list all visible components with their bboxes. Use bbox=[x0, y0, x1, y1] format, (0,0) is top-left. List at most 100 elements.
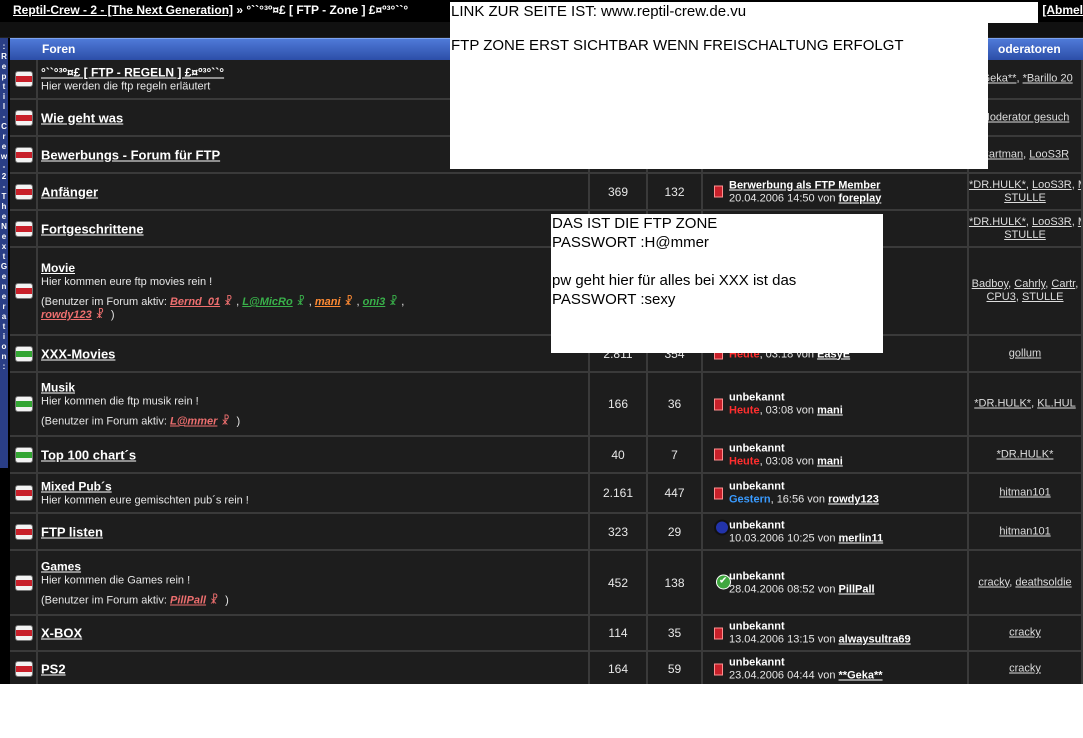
moderator-link[interactable]: LooS3R bbox=[1032, 179, 1072, 191]
forum-status-icon bbox=[15, 574, 33, 591]
forum-topics-count: 40 bbox=[590, 437, 648, 474]
forum-last-post-cell: unbekannt Gestern, 16:56 von rowdy123 bbox=[703, 474, 969, 514]
moderator-link[interactable]: M bbox=[1078, 216, 1081, 228]
forum-title-link[interactable]: Fortgeschrittene bbox=[41, 221, 584, 236]
moderator-link[interactable]: STULLE bbox=[1004, 192, 1046, 204]
moderator-link[interactable]: cracky bbox=[1009, 627, 1041, 639]
last-post-user-link[interactable]: PillPall bbox=[839, 583, 875, 595]
moderator-link[interactable]: cracky bbox=[1009, 663, 1041, 675]
forum-topics-count: 369 bbox=[590, 174, 648, 211]
forum-posts-count: 7 bbox=[648, 437, 703, 474]
last-post-user-link[interactable]: **Geka** bbox=[839, 670, 883, 682]
forum-title-link[interactable]: Mixed Pub´s bbox=[41, 480, 584, 494]
forum-moderators-cell: gollum bbox=[969, 336, 1083, 373]
forum-status-icon bbox=[15, 71, 33, 87]
moderator-link[interactable]: M bbox=[1078, 179, 1081, 191]
forum-status-cell bbox=[10, 137, 38, 174]
moderator-link[interactable]: *DR.HULK* bbox=[997, 448, 1054, 460]
forum-moderators-cell: *DR.HULK* bbox=[969, 437, 1083, 474]
last-post-icon[interactable] bbox=[714, 185, 723, 198]
active-user-link[interactable]: oni3 bbox=[363, 296, 386, 308]
forum-title-link[interactable]: Anfänger bbox=[41, 184, 584, 199]
moderator-link[interactable]: *DR.HULK* bbox=[974, 398, 1031, 410]
user-figure-icon: ☧ bbox=[95, 309, 105, 321]
last-post-user-link[interactable]: mani bbox=[817, 455, 843, 467]
forum-title-link[interactable]: X-BOX bbox=[41, 626, 584, 641]
last-post-user-link[interactable]: merlin11 bbox=[839, 532, 884, 544]
active-user-link[interactable]: rowdy123 bbox=[41, 309, 92, 321]
moderator-link[interactable]: *Barillo 20 bbox=[1023, 73, 1073, 85]
moderator-link[interactable]: hitman101 bbox=[999, 525, 1050, 537]
last-post-title[interactable]: Berwerbung als FTP Member bbox=[717, 179, 965, 191]
moderator-link[interactable]: LooS3R bbox=[1029, 148, 1069, 160]
forum-row: Games Hier kommen die Games rein ! (Benutz… bbox=[10, 551, 1083, 616]
forum-title-link[interactable]: Top 100 chart´s bbox=[41, 447, 584, 462]
forum-title-cell: Games Hier kommen die Games rein ! (Benutz… bbox=[38, 551, 590, 616]
last-post-meta: Heute, 03:08 von mani bbox=[729, 455, 843, 467]
forum-title-link[interactable]: Movie bbox=[41, 261, 584, 275]
moderator-link[interactable]: *DR.HULK* bbox=[969, 216, 1026, 228]
last-post-title: unbekannt bbox=[729, 442, 785, 454]
active-user-link[interactable]: L@mmer bbox=[170, 416, 217, 428]
last-post-user-link[interactable]: rowdy123 bbox=[828, 494, 879, 506]
moderator-link[interactable]: cracky bbox=[978, 576, 1009, 588]
forum-title-cell: Fortgeschrittene bbox=[38, 211, 590, 248]
last-post-title: unbekannt bbox=[729, 656, 785, 669]
notice-pw-info: pw geht hier für alles bei XXX ist das bbox=[552, 272, 797, 289]
moderator-link[interactable]: deathsoldie bbox=[1015, 576, 1071, 588]
moderator-link[interactable]: STULLE bbox=[1022, 291, 1064, 303]
forum-status-icon bbox=[15, 485, 33, 501]
forum-title-link[interactable]: PS2 bbox=[41, 662, 584, 677]
forum-title-cell: Top 100 chart´s bbox=[38, 437, 590, 474]
forum-title-link[interactable]: Games bbox=[41, 559, 584, 573]
forum-description: Hier kommen eure ftp movies rein ! bbox=[41, 276, 213, 288]
moderator-link[interactable]: gollum bbox=[1009, 347, 1041, 359]
forum-posts-count: 132 bbox=[648, 174, 703, 211]
forum-status-cell bbox=[10, 336, 38, 373]
forum-last-post-cell: unbekannt Heute, 03:08 von mani bbox=[703, 373, 969, 437]
breadcrumb-home-link[interactable]: Reptil-Crew - 2 - [The Next Generation] bbox=[13, 3, 233, 17]
last-post-icon[interactable] bbox=[714, 448, 723, 461]
moderator-link[interactable]: Moderator gesuch bbox=[981, 111, 1070, 123]
moderator-link[interactable]: Cahrly bbox=[1014, 278, 1045, 290]
forum-title-link[interactable]: Musik bbox=[41, 381, 584, 395]
moderator-link[interactable]: Badboy bbox=[972, 278, 1009, 290]
notice-box-link: LINK ZUR SEITE IST: www.reptil-crew.de.v… bbox=[450, 2, 1038, 23]
moderator-link[interactable]: KL.HUL bbox=[1037, 398, 1076, 410]
active-user-link[interactable]: mani bbox=[315, 296, 341, 308]
last-post-icon[interactable] bbox=[714, 398, 723, 410]
last-post-user-link[interactable]: alwaysultra69 bbox=[839, 634, 911, 646]
forum-status-cell bbox=[10, 551, 38, 616]
forum-active-users: (Benutzer im Forum aktiv: PillPall ☧ ) bbox=[41, 594, 229, 606]
forum-description: Hier kommen eure gemischten pub´s rein ! bbox=[41, 494, 249, 507]
forum-status-icon bbox=[15, 523, 33, 540]
last-post-icon[interactable] bbox=[714, 627, 723, 639]
active-user-link[interactable]: Bernd_01 bbox=[170, 296, 220, 308]
forum-status-icon bbox=[15, 109, 33, 126]
last-post-icon[interactable] bbox=[714, 663, 723, 675]
forum-status-icon bbox=[15, 220, 33, 237]
forum-title-link[interactable]: FTP listen bbox=[41, 524, 584, 539]
moderator-link[interactable]: *DR.HULK* bbox=[969, 179, 1026, 191]
moderator-link[interactable]: Cartr bbox=[1051, 278, 1075, 290]
forum-row: Fortgeschrittene!!... **DR.HULK*, LooS3R… bbox=[10, 211, 1083, 248]
active-user-link[interactable]: PillPall bbox=[170, 594, 206, 606]
forum-status-icon bbox=[15, 345, 33, 362]
moderator-link[interactable]: hitman101 bbox=[999, 487, 1050, 499]
active-user-link[interactable]: L@MicRo bbox=[242, 296, 292, 308]
logout-link[interactable]: [Abmel bbox=[1042, 0, 1083, 20]
last-post-icon[interactable] bbox=[714, 519, 730, 536]
last-post-icon[interactable] bbox=[716, 574, 731, 590]
moderator-link[interactable]: CPU3 bbox=[986, 291, 1015, 303]
moderator-link[interactable]: LooS3R bbox=[1032, 216, 1072, 228]
forum-status-cell bbox=[10, 174, 38, 211]
forum-title-cell: Mixed Pub´s Hier kommen eure gemischten p… bbox=[38, 474, 590, 514]
forum-title-cell: X-BOX bbox=[38, 616, 590, 652]
last-post-user-link[interactable]: foreplay bbox=[839, 192, 882, 204]
last-post-user-link[interactable]: mani bbox=[817, 405, 843, 417]
forum-row: Top 100 chart´s 40 7 unbekannt Heute, 03:08 … bbox=[10, 437, 1083, 474]
forum-title-link[interactable]: XXX-Movies bbox=[41, 346, 584, 361]
moderator-link[interactable]: STULLE bbox=[1004, 229, 1046, 241]
last-post-icon[interactable] bbox=[714, 487, 723, 499]
user-figure-icon: ☧ bbox=[221, 415, 230, 428]
